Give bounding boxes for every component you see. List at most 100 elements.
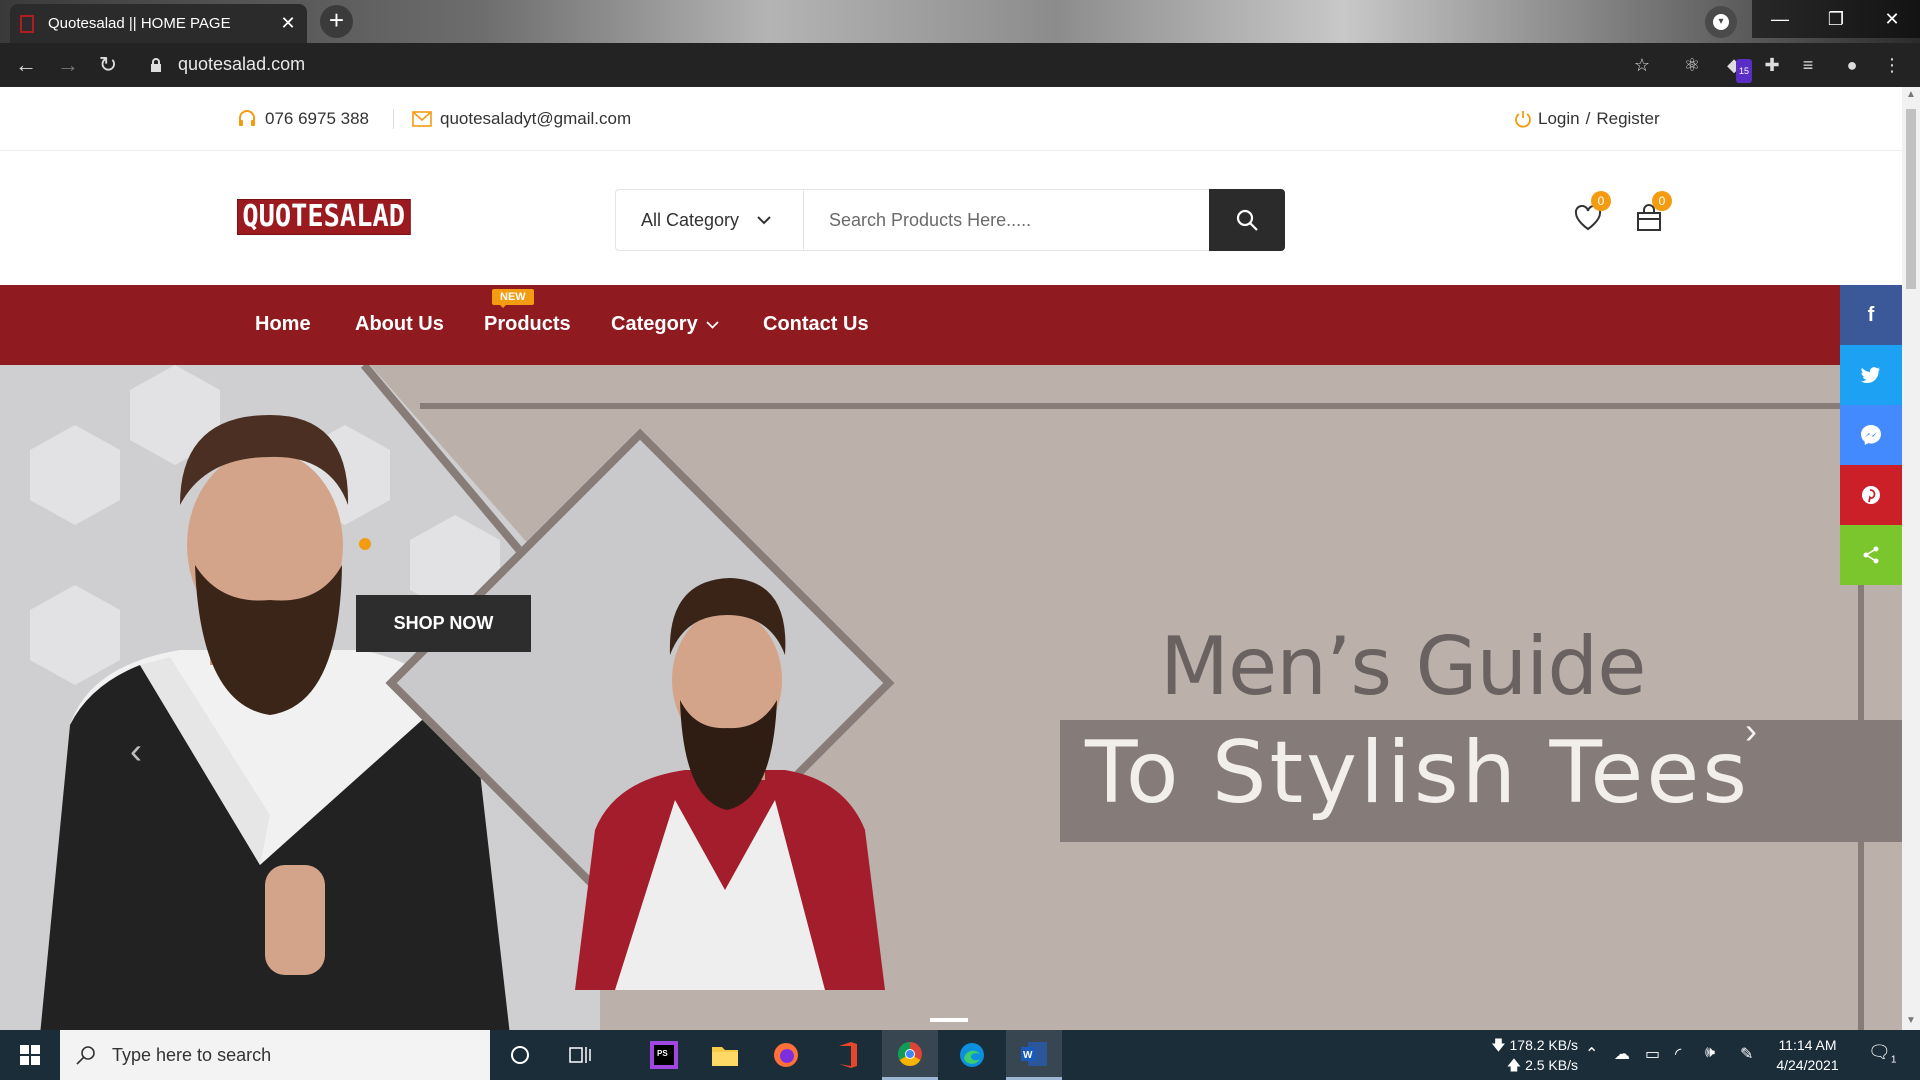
browser-titlebar: Quotesalad || HOME PAGE ✕ + ▾ — ❐ ✕ bbox=[0, 0, 1920, 43]
pen-workspace-icon[interactable]: ✎ bbox=[1740, 1044, 1753, 1064]
network-speed: 🡇 178.2 KB/s 🡅 2.5 KB/s bbox=[1488, 1035, 1578, 1075]
share-icon bbox=[1863, 546, 1879, 564]
wifi-icon[interactable]: ◜ bbox=[1675, 1044, 1681, 1064]
favicon-icon bbox=[20, 14, 34, 33]
browser-tab[interactable]: Quotesalad || HOME PAGE ✕ bbox=[10, 4, 307, 43]
scroll-thumb[interactable] bbox=[1906, 109, 1916, 289]
wishlist-button[interactable]: 0 bbox=[1571, 191, 1611, 235]
profile-avatar-icon[interactable]: ● bbox=[1840, 53, 1864, 77]
bookmark-star-icon[interactable]: ☆ bbox=[1630, 53, 1654, 77]
slide-indicator[interactable] bbox=[930, 1018, 968, 1022]
office-icon[interactable] bbox=[820, 1030, 876, 1080]
scroll-down-icon[interactable]: ▼ bbox=[1906, 1015, 1916, 1026]
volume-icon[interactable]: 🕪 bbox=[1705, 1044, 1715, 1062]
nav-home[interactable]: Home bbox=[255, 313, 311, 336]
nav-products[interactable]: Products bbox=[484, 313, 571, 336]
twitter-share-button[interactable] bbox=[1840, 345, 1902, 405]
more-menu-icon[interactable]: ⋮ bbox=[1880, 53, 1904, 77]
minimize-button[interactable]: — bbox=[1752, 0, 1808, 38]
search-input[interactable] bbox=[804, 190, 1209, 250]
close-window-button[interactable]: ✕ bbox=[1864, 0, 1920, 38]
nav-category[interactable]: Category bbox=[611, 313, 719, 336]
show-hidden-icons-chevron-icon[interactable]: ⌃ bbox=[1585, 1044, 1598, 1064]
hero-slider: SHOP NOW Men’s Guide To Stylish Tees ‹ › bbox=[0, 365, 1902, 1030]
nav-contact-us[interactable]: Contact Us bbox=[763, 313, 869, 336]
top-info-bar: 076 6975 388 quotesaladyt@gmail.com Logi… bbox=[0, 87, 1902, 151]
restore-button[interactable]: ❐ bbox=[1808, 0, 1864, 38]
slider-next-icon[interactable]: › bbox=[1745, 710, 1757, 752]
chevron-down-icon: ▾ bbox=[1713, 14, 1729, 30]
headset-icon bbox=[239, 109, 255, 126]
wishlist-count-badge: 0 bbox=[1591, 191, 1611, 211]
new-tab-button[interactable]: + bbox=[320, 5, 353, 38]
page-scrollbar[interactable]: ▲ ▼ bbox=[1902, 87, 1920, 1030]
close-tab-icon[interactable]: ✕ bbox=[279, 13, 297, 34]
login-link[interactable]: Login bbox=[1538, 109, 1580, 129]
windows-taskbar: Type here to search PS W 🡇 178.2 KB/s 🡅 … bbox=[0, 1030, 1920, 1080]
login-separator: / bbox=[1585, 108, 1591, 128]
svg-text:PS: PS bbox=[657, 1049, 668, 1058]
phpstorm-icon[interactable]: PS bbox=[636, 1030, 692, 1080]
notification-center-icon[interactable]: 🗨1 bbox=[1868, 1042, 1896, 1066]
chevron-down-icon bbox=[757, 215, 771, 224]
react-devtools-icon[interactable]: ⚛ bbox=[1680, 53, 1704, 77]
sharethis-button[interactable] bbox=[1840, 525, 1902, 585]
clock-time: 11:14 AM bbox=[1778, 1037, 1837, 1053]
extension-badge-icon[interactable]: ◆ 15 bbox=[1722, 53, 1752, 83]
phone-contact[interactable]: 076 6975 388 bbox=[237, 109, 369, 129]
category-select[interactable]: All Category bbox=[616, 190, 804, 250]
start-button[interactable] bbox=[0, 1030, 60, 1080]
address-bar: ← → ↻ quotesalad.com ☆ ⚛ ◆ 15 ✚ ≡ ● ⋮ bbox=[0, 43, 1920, 87]
slider-prev-icon[interactable]: ‹ bbox=[130, 730, 142, 772]
topbar-divider bbox=[393, 109, 394, 129]
cart-button[interactable]: 0 bbox=[1632, 191, 1672, 235]
tab-search-button[interactable]: ▾ bbox=[1705, 6, 1737, 38]
back-arrow-icon[interactable]: ← bbox=[12, 51, 40, 79]
reload-icon[interactable]: ↻ bbox=[94, 51, 122, 79]
site-header: QUOTESALAD All Category 0 0 bbox=[0, 151, 1902, 283]
scroll-up-icon[interactable]: ▲ bbox=[1906, 89, 1916, 100]
notification-count: 1 bbox=[1890, 1054, 1897, 1066]
shop-now-button[interactable]: SHOP NOW bbox=[356, 595, 531, 652]
twitter-icon bbox=[1861, 367, 1880, 383]
search-icon bbox=[1236, 209, 1258, 231]
category-select-value: All Category bbox=[641, 209, 740, 230]
clock[interactable]: 11:14 AM 4/24/2021 bbox=[1770, 1035, 1845, 1075]
cortana-icon[interactable] bbox=[492, 1030, 548, 1080]
nav-category-label: Category bbox=[611, 313, 698, 335]
clock-date: 4/24/2021 bbox=[1776, 1057, 1839, 1073]
cart-count-badge: 0 bbox=[1652, 191, 1672, 211]
file-explorer-icon[interactable] bbox=[697, 1030, 753, 1080]
extensions-puzzle-icon[interactable]: ✚ bbox=[1760, 53, 1784, 77]
chrome-icon[interactable] bbox=[882, 1030, 938, 1080]
task-view-icon[interactable] bbox=[552, 1030, 608, 1080]
search-bar: All Category bbox=[615, 189, 1285, 251]
word-icon[interactable]: W bbox=[1006, 1030, 1062, 1080]
url-text[interactable]: quotesalad.com bbox=[178, 54, 305, 75]
pinterest-share-button[interactable] bbox=[1840, 465, 1902, 525]
onedrive-cloud-icon[interactable]: ☁ bbox=[1614, 1044, 1630, 1064]
media-control-icon[interactable]: ≡ bbox=[1796, 53, 1820, 77]
net-up: 2.5 KB/s bbox=[1525, 1057, 1578, 1073]
register-link[interactable]: Register bbox=[1596, 109, 1659, 129]
nav-about-us[interactable]: About Us bbox=[355, 313, 444, 336]
facebook-share-button[interactable]: f bbox=[1840, 285, 1902, 345]
chevron-down-icon bbox=[706, 320, 719, 329]
hero-title-line2: To Stylish Tees bbox=[1085, 723, 1751, 823]
edge-icon[interactable] bbox=[944, 1030, 1000, 1080]
battery-icon[interactable]: ▭ bbox=[1645, 1044, 1660, 1064]
firefox-icon[interactable] bbox=[758, 1030, 814, 1080]
envelope-icon bbox=[412, 110, 432, 127]
taskbar-search[interactable]: Type here to search bbox=[60, 1030, 490, 1080]
email-contact[interactable]: quotesaladyt@gmail.com bbox=[412, 109, 631, 129]
messenger-share-button[interactable] bbox=[1840, 405, 1902, 465]
new-badge: NEW bbox=[492, 289, 534, 308]
facebook-icon: f bbox=[1867, 303, 1875, 326]
download-arrow-icon: 🡇 bbox=[1491, 1037, 1510, 1053]
search-button[interactable] bbox=[1209, 189, 1285, 251]
search-icon bbox=[76, 1046, 95, 1065]
site-logo[interactable]: QUOTESALAD bbox=[237, 199, 411, 235]
tab-title: Quotesalad || HOME PAGE bbox=[48, 15, 231, 32]
messenger-icon bbox=[1861, 425, 1881, 445]
forward-arrow-icon[interactable]: → bbox=[54, 51, 82, 79]
